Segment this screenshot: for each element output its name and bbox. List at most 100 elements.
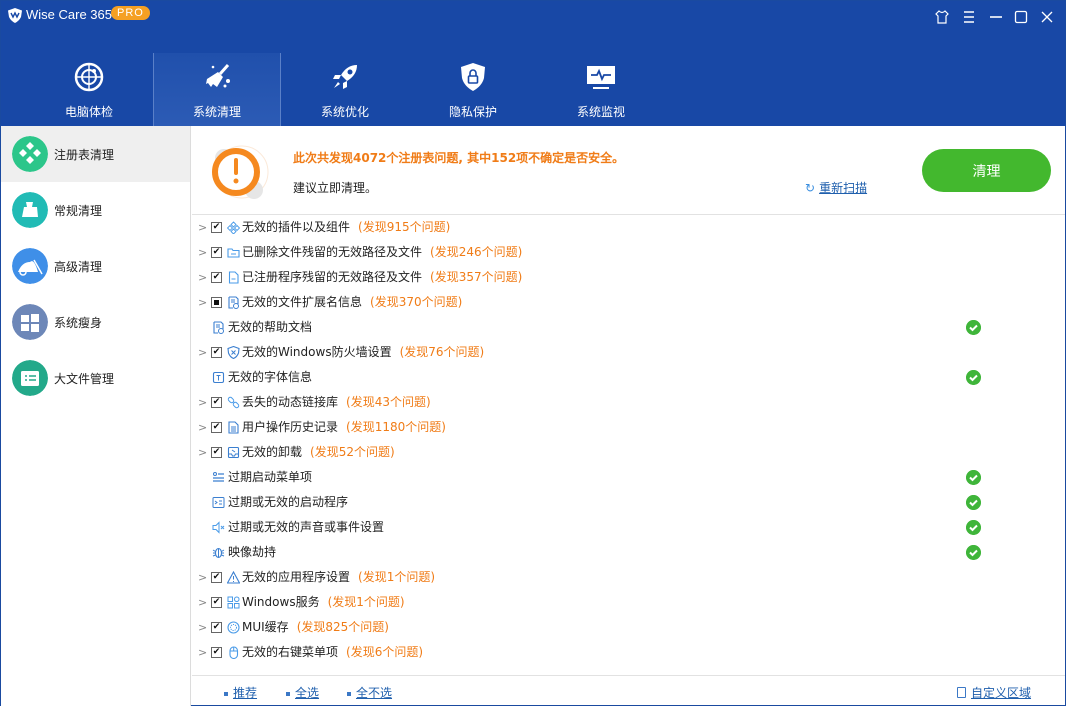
tab-monitor[interactable]: 系统监视 bbox=[537, 53, 665, 126]
monitor-icon bbox=[587, 66, 615, 89]
tab-checkup[interactable]: 电脑体检 bbox=[25, 53, 153, 126]
issue-count: (发现1个问题) bbox=[327, 595, 405, 609]
chevron-right-icon[interactable]: > bbox=[198, 590, 207, 615]
list-item[interactable]: > ✔ 已注册程序残留的无效路径及文件 (发现357个问题) bbox=[192, 265, 1065, 290]
check-circle-icon bbox=[966, 470, 981, 485]
item-checkbox[interactable]: ✔ bbox=[211, 572, 222, 583]
title-bar: Wise Care 365 PRO bbox=[1, 1, 1065, 31]
item-checkbox[interactable]: ✔ bbox=[211, 647, 222, 658]
folder-icon bbox=[227, 248, 240, 258]
list-item[interactable]: 映像劫持 bbox=[192, 540, 1065, 565]
chevron-right-icon[interactable]: > bbox=[198, 415, 207, 440]
item-checkbox[interactable]: ✔ bbox=[211, 597, 222, 608]
chevron-right-icon[interactable]: > bbox=[198, 390, 207, 415]
registry-icon bbox=[12, 136, 48, 172]
custom-area-link[interactable]: 自定义区域 bbox=[957, 684, 1031, 701]
list-item[interactable]: > ✔ 用户操作历史记录 (发现1180个问题) bbox=[192, 415, 1065, 440]
chevron-right-icon[interactable]: > bbox=[198, 440, 207, 465]
check-circle-icon bbox=[966, 320, 981, 335]
issue-count: (发现6个问题) bbox=[346, 645, 424, 659]
select-none-link[interactable]: 全不选 bbox=[347, 684, 392, 701]
radar-icon bbox=[74, 62, 104, 92]
header: Wise Care 365 PRO 电脑体检 系统清理 系统优化 隐私保护 系统… bbox=[1, 1, 1065, 126]
item-label: 丢失的动态链接库 (发现43个问题) bbox=[242, 395, 431, 409]
chevron-right-icon[interactable]: > bbox=[198, 215, 207, 240]
item-checkbox[interactable]: ✔ bbox=[211, 447, 222, 458]
chevron-right-icon[interactable]: > bbox=[198, 565, 207, 590]
help-doc-icon bbox=[213, 321, 224, 334]
item-label: 已删除文件残留的无效路径及文件 (发现246个问题) bbox=[242, 245, 523, 259]
maximize-icon[interactable] bbox=[1013, 9, 1029, 25]
list-item[interactable]: > ✔ 无效的右键菜单项 (发现6个问题) bbox=[192, 640, 1065, 665]
chevron-right-icon[interactable]: > bbox=[198, 340, 207, 365]
rescan-label: 重新扫描 bbox=[819, 181, 868, 195]
tab-privacy[interactable]: 隐私保护 bbox=[409, 53, 537, 126]
list-item[interactable]: > ✔ 丢失的动态链接库 (发现43个问题) bbox=[192, 390, 1065, 415]
sound-icon bbox=[212, 521, 225, 534]
chevron-right-icon[interactable]: > bbox=[198, 265, 207, 290]
chevron-right-icon[interactable]: > bbox=[198, 615, 207, 640]
list-item[interactable]: > ✔ Windows服务 (发现1个问题) bbox=[192, 590, 1065, 615]
item-label: 用户操作历史记录 (发现1180个问题) bbox=[242, 420, 446, 434]
item-checkbox[interactable]: ✔ bbox=[211, 397, 222, 408]
sidebar-item-0[interactable]: 注册表清理 bbox=[1, 126, 190, 182]
chevron-right-icon[interactable]: > bbox=[198, 290, 207, 315]
select-all-link[interactable]: 全选 bbox=[286, 684, 319, 701]
item-checkbox[interactable]: ✔ bbox=[211, 222, 222, 233]
list-item[interactable]: 无效的字体信息 bbox=[192, 365, 1065, 390]
link-icon bbox=[227, 396, 240, 409]
tab-label: 系统清理 bbox=[192, 105, 241, 119]
list-item[interactable]: > 无效的文件扩展名信息 (发现370个问题) bbox=[192, 290, 1065, 315]
item-checkbox[interactable]: ✔ bbox=[211, 272, 222, 283]
chevron-right-icon[interactable]: > bbox=[198, 240, 207, 265]
item-checkbox[interactable]: ✔ bbox=[211, 422, 222, 433]
item-label: 已注册程序残留的无效路径及文件 (发现357个问题) bbox=[242, 270, 523, 284]
list-item[interactable]: > ✔ 无效的Windows防火墙设置 (发现76个问题) bbox=[192, 340, 1065, 365]
sidebar-item-3[interactable]: 系统瘦身 bbox=[1, 294, 190, 350]
close-icon[interactable] bbox=[1039, 9, 1055, 25]
issue-count: (发现76个问题) bbox=[399, 345, 485, 359]
warning-icon bbox=[212, 145, 269, 199]
broom-icon bbox=[12, 192, 48, 228]
item-label: MUI缓存 (发现825个问题) bbox=[242, 620, 389, 634]
item-label: 无效的插件以及组件 (发现915个问题) bbox=[242, 220, 451, 234]
uninstall-icon bbox=[227, 446, 240, 459]
rescan-link[interactable]: ↻ 重新扫描 bbox=[805, 179, 867, 196]
item-label: 过期启动菜单项 bbox=[228, 470, 313, 484]
item-checkbox[interactable] bbox=[211, 297, 222, 308]
app-title: Wise Care 365 bbox=[26, 7, 112, 22]
recommend-link[interactable]: 推荐 bbox=[224, 684, 257, 701]
mouse-icon bbox=[229, 646, 239, 659]
sidebar: 注册表清理常规清理高级清理系统瘦身大文件管理 bbox=[1, 126, 191, 706]
sidebar-item-4[interactable]: 大文件管理 bbox=[1, 350, 190, 406]
item-checkbox[interactable]: ✔ bbox=[211, 247, 222, 258]
list-item[interactable]: > ✔ 无效的应用程序设置 (发现1个问题) bbox=[192, 565, 1065, 590]
list-item[interactable]: 过期启动菜单项 bbox=[192, 465, 1065, 490]
refresh-icon: ↻ bbox=[805, 181, 816, 195]
tab-optimize[interactable]: 系统优化 bbox=[281, 53, 409, 126]
skin-icon[interactable] bbox=[934, 9, 950, 25]
list-item[interactable]: > ✔ 已删除文件残留的无效路径及文件 (发现246个问题) bbox=[192, 240, 1065, 265]
scan-result-banner: 此次共发现4072个注册表问题, 其中152项不确定是否安全。 建议立即清理。 … bbox=[192, 126, 1065, 215]
chevron-right-icon[interactable]: > bbox=[198, 640, 207, 665]
sidebar-item-2[interactable]: 高级清理 bbox=[1, 238, 190, 294]
list-item[interactable]: 过期或无效的声音或事件设置 bbox=[192, 515, 1065, 540]
list-item[interactable]: > ✔ MUI缓存 (发现825个问题) bbox=[192, 615, 1065, 640]
item-checkbox[interactable]: ✔ bbox=[211, 622, 222, 633]
check-circle-icon bbox=[966, 545, 981, 560]
sidebar-item-label: 常规清理 bbox=[54, 204, 103, 218]
list-item[interactable]: 过期或无效的启动程序 bbox=[192, 490, 1065, 515]
minimize-icon[interactable] bbox=[988, 9, 1004, 25]
item-label: 无效的文件扩展名信息 (发现370个问题) bbox=[242, 295, 463, 309]
list-item[interactable]: > ✔ 无效的卸载 (发现52个问题) bbox=[192, 440, 1065, 465]
item-label: 过期或无效的启动程序 bbox=[228, 495, 349, 509]
tab-label: 电脑体检 bbox=[64, 105, 113, 119]
list-item[interactable]: 无效的帮助文档 bbox=[192, 315, 1065, 340]
sidebar-item-label: 系统瘦身 bbox=[54, 316, 103, 330]
sidebar-item-1[interactable]: 常规清理 bbox=[1, 182, 190, 238]
clean-button[interactable]: 清理 bbox=[922, 149, 1051, 192]
item-checkbox[interactable]: ✔ bbox=[211, 347, 222, 358]
menu-icon[interactable] bbox=[961, 9, 977, 25]
list-item[interactable]: > ✔ 无效的插件以及组件 (发现915个问题) bbox=[192, 215, 1065, 240]
tab-system-clean[interactable]: 系统清理 bbox=[153, 53, 281, 126]
